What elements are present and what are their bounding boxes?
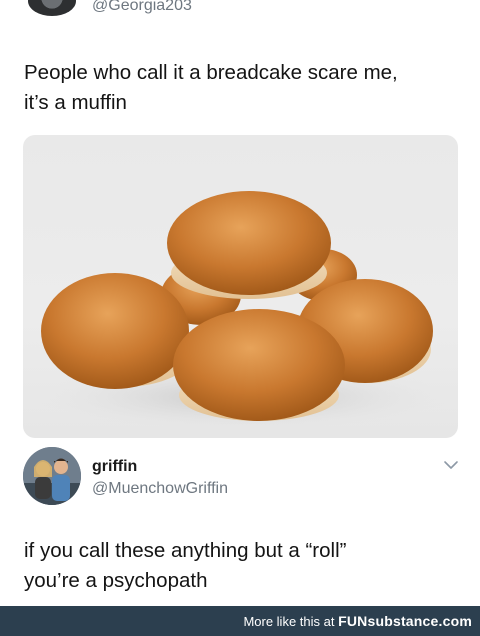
- original-tweet-header: @Georgia203: [0, 0, 480, 22]
- footer-credit[interactable]: More like this at FUNsubstance.com: [243, 613, 472, 629]
- bread-rolls-illustration: [33, 191, 453, 431]
- reply-tweet-line-2: you’re a psychopath: [24, 569, 208, 592]
- original-tweet-line-1: People who call it a breadcake scare me,: [24, 61, 398, 84]
- reply-tweet-line-1: if you call these anything but a “roll”: [24, 539, 347, 562]
- chevron-down-icon[interactable]: [443, 459, 459, 471]
- couple-photo-icon: [23, 447, 81, 505]
- footer-prefix: More like this at: [243, 614, 339, 629]
- footer-brand[interactable]: FUNsubstance.com: [338, 613, 472, 629]
- reply-display-name[interactable]: griffin: [92, 458, 137, 476]
- original-tweet-text: People who call it a breadcake scare me,…: [24, 58, 464, 118]
- reply-avatar[interactable]: [23, 447, 81, 505]
- reply-tweet-text: if you call these anything but a “roll” …: [24, 536, 464, 596]
- funsubstance-footer: More like this at FUNsubstance.com: [0, 606, 480, 636]
- original-tweet-line-2: it’s a muffin: [24, 91, 127, 114]
- reply-handle[interactable]: @MuenchowGriffin: [92, 480, 228, 498]
- bread-rolls-photo[interactable]: [23, 135, 458, 438]
- original-handle[interactable]: @Georgia203: [92, 0, 192, 15]
- original-avatar[interactable]: [28, 0, 76, 16]
